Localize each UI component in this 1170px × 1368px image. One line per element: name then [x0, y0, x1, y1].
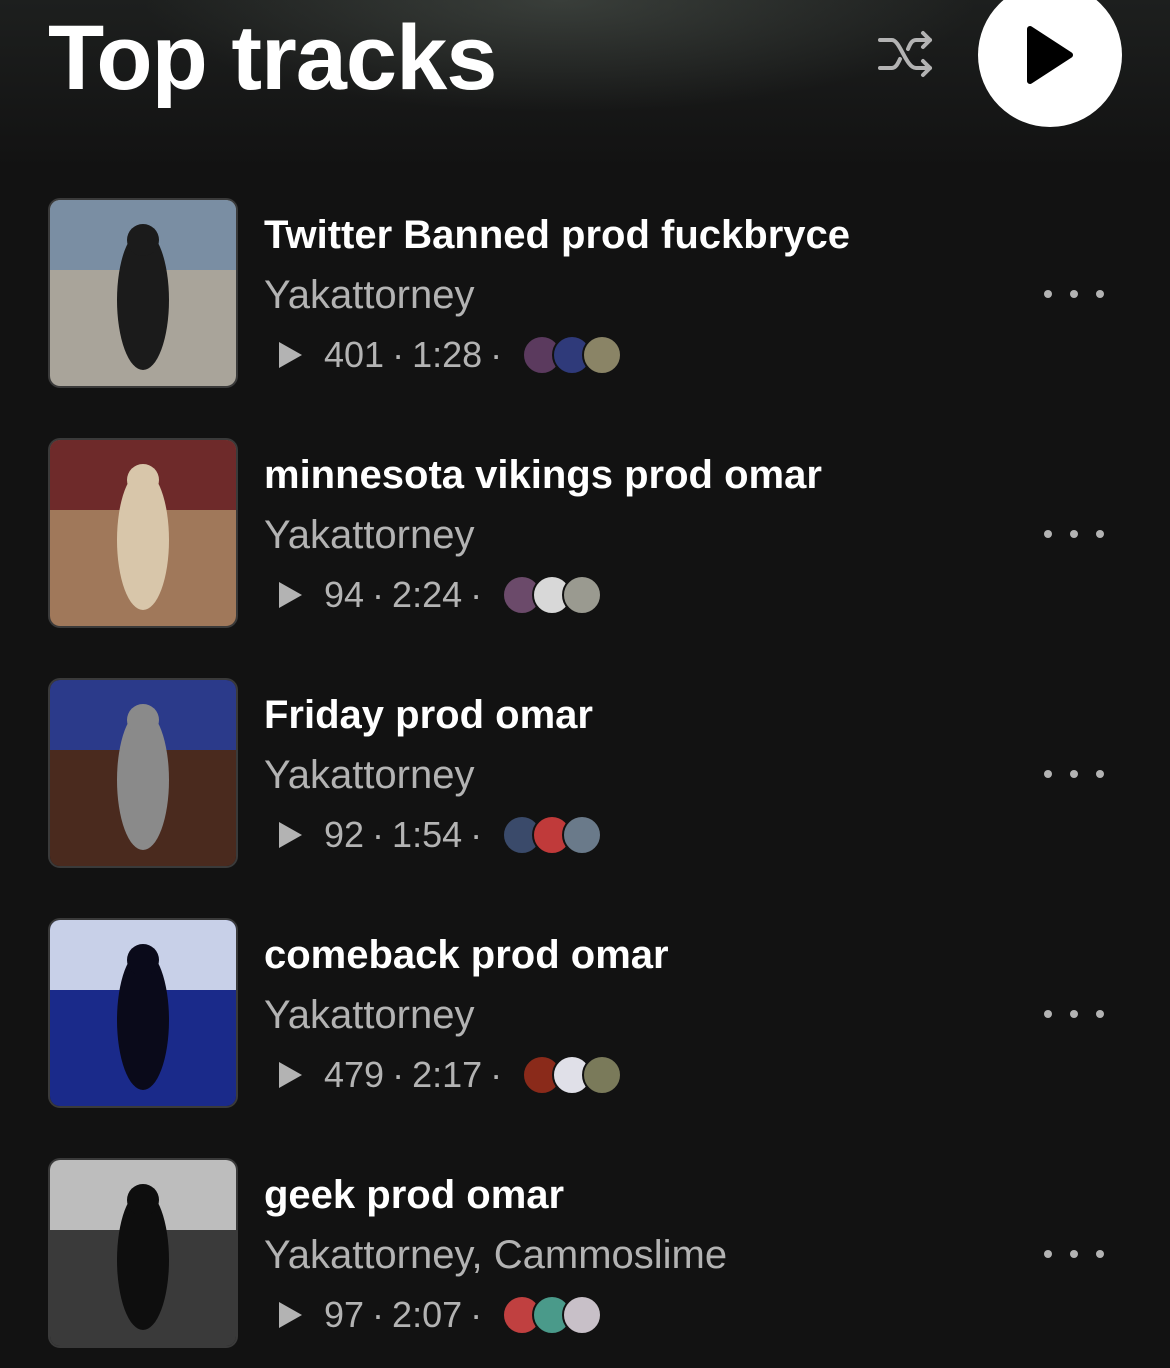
track-duration: 1:28	[412, 334, 483, 375]
separator: ·	[372, 574, 385, 615]
album-art	[48, 678, 238, 868]
separator: ·	[470, 574, 483, 615]
track-artist[interactable]: Yakattorney	[264, 752, 475, 798]
album-art	[48, 438, 238, 628]
more-dot-icon	[1096, 290, 1104, 298]
album-art	[48, 918, 238, 1108]
play-count-icon	[279, 1062, 302, 1088]
shuffle-icon	[878, 31, 932, 77]
track-row[interactable]: geek prod omar Yakattorney, Cammoslime 9…	[0, 1156, 1170, 1352]
track-artist[interactable]: Yakattorney	[264, 272, 475, 318]
more-dot-icon	[1096, 1250, 1104, 1258]
track-duration: 1:54	[392, 814, 463, 855]
track-title: Twitter Banned prod fuckbryce	[264, 213, 851, 257]
play-count: 97	[324, 1294, 365, 1335]
more-dot-icon	[1044, 770, 1052, 778]
more-dot-icon	[1070, 1250, 1078, 1258]
track-artist[interactable]: Yakattorney	[264, 992, 475, 1038]
avatar	[562, 815, 603, 855]
track-stats: 92 · 1:54 ·	[276, 812, 603, 858]
track-title: geek prod omar	[264, 1173, 565, 1217]
play-count: 94	[324, 574, 365, 615]
avatar	[582, 335, 623, 375]
track-title: minnesota vikings prod omar	[264, 453, 822, 497]
track-duration: 2:17	[412, 1054, 483, 1095]
track-row[interactable]: comeback prod omar Yakattorney 479 · 2:1…	[0, 916, 1170, 1112]
separator: ·	[372, 1294, 385, 1335]
separator: ·	[490, 334, 503, 375]
track-artist[interactable]: Yakattorney, Cammoslime	[264, 1232, 727, 1278]
separator: ·	[490, 1054, 503, 1095]
more-options-button[interactable]	[1044, 518, 1104, 550]
more-options-button[interactable]	[1044, 278, 1104, 310]
top-tracks-page: Top tracks Twitter Banned prod fuckbryce…	[0, 0, 1170, 1368]
separator: ·	[470, 1294, 483, 1335]
more-dot-icon	[1096, 1010, 1104, 1018]
separator: ·	[470, 814, 483, 855]
more-dot-icon	[1070, 770, 1078, 778]
track-duration: 2:24	[392, 574, 463, 615]
more-dot-icon	[1044, 1250, 1052, 1258]
listener-avatars[interactable]	[502, 575, 603, 615]
album-art	[48, 198, 238, 388]
track-title: Friday prod omar	[264, 693, 593, 737]
track-stats: 401 · 1:28 ·	[276, 332, 623, 378]
play-count: 401	[324, 334, 385, 375]
track-stats: 94 · 2:24 ·	[276, 572, 603, 618]
listener-avatars[interactable]	[502, 1295, 603, 1335]
separator: ·	[392, 1054, 405, 1095]
more-options-button[interactable]	[1044, 758, 1104, 790]
more-options-button[interactable]	[1044, 1238, 1104, 1270]
play-count-icon	[279, 342, 302, 368]
more-dot-icon	[1070, 1010, 1078, 1018]
album-art	[48, 1158, 238, 1348]
track-row[interactable]: Friday prod omar Yakattorney 92 · 1:54 ·	[0, 676, 1170, 872]
more-dot-icon	[1044, 1010, 1052, 1018]
track-stats: 479 · 2:17 ·	[276, 1052, 623, 1098]
listener-avatars[interactable]	[502, 815, 603, 855]
track-artist[interactable]: Yakattorney	[264, 512, 475, 558]
play-count: 479	[324, 1054, 385, 1095]
play-count-icon	[279, 582, 302, 608]
avatar	[562, 575, 603, 615]
page-title: Top tracks	[48, 7, 497, 109]
play-count-icon	[279, 1302, 302, 1328]
more-dot-icon	[1096, 770, 1104, 778]
play-count-icon	[279, 822, 302, 848]
track-title: comeback prod omar	[264, 933, 669, 977]
header: Top tracks	[0, 0, 1170, 140]
more-options-button[interactable]	[1044, 998, 1104, 1030]
more-dot-icon	[1070, 290, 1078, 298]
track-duration: 2:07	[392, 1294, 463, 1335]
separator: ·	[392, 334, 405, 375]
listener-avatars[interactable]	[522, 1055, 623, 1095]
track-stats: 97 · 2:07 ·	[276, 1292, 603, 1338]
avatar	[562, 1295, 603, 1335]
more-dot-icon	[1096, 530, 1104, 538]
more-dot-icon	[1044, 290, 1052, 298]
more-dot-icon	[1070, 530, 1078, 538]
track-row[interactable]: Twitter Banned prod fuckbryce Yakattorne…	[0, 196, 1170, 392]
separator: ·	[372, 814, 385, 855]
play-icon	[1027, 26, 1073, 84]
shuffle-button[interactable]	[872, 24, 942, 84]
play-count: 92	[324, 814, 365, 855]
listener-avatars[interactable]	[522, 335, 623, 375]
avatar	[582, 1055, 623, 1095]
more-dot-icon	[1044, 530, 1052, 538]
play-all-button[interactable]	[978, 0, 1122, 127]
track-row[interactable]: minnesota vikings prod omar Yakattorney …	[0, 436, 1170, 632]
